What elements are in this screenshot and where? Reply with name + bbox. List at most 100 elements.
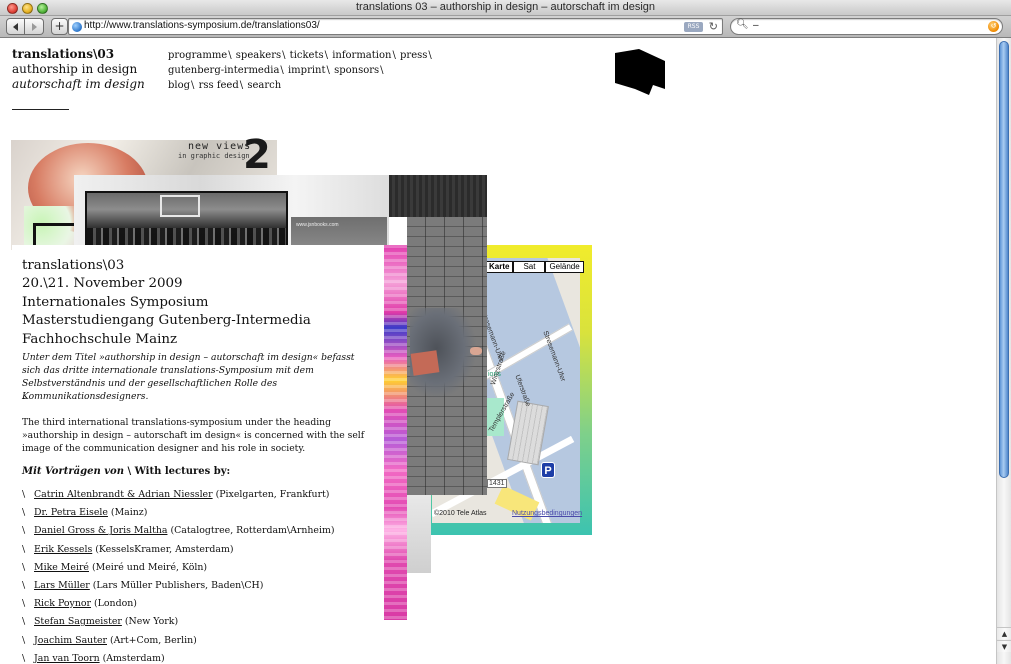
nav-speakers[interactable]: speakers [236,50,281,61]
nav-programme[interactable]: programme [168,50,227,61]
scroll-up-arrow-icon[interactable]: ▲ [997,627,1011,639]
map-type-terrain-button[interactable]: Gelände [545,261,584,273]
lectures-heading: Mit Vorträgen von \ With lectures by: [22,466,230,477]
separator-dash: – [22,393,27,404]
forward-button[interactable] [25,18,44,35]
speaker-detail: (Amsterdam) [102,652,165,664]
intro-english: The third international translations-sym… [22,417,365,454]
nav-row-2: gutenberg-intermedia\ imprint\ sponsors\ [168,65,384,76]
nav-blog[interactable]: blog [168,80,190,91]
speaker-item: \ Rick Poynor (London) [22,598,137,610]
speaker-detail: (London) [94,598,137,610]
event-heading: translations\03 20.\21. November 2009 In… [22,257,311,349]
vertical-scrollbar[interactable]: ▲ ▼ [996,38,1011,664]
speaker-item: \ Catrin Altenbrandt & Adrian Niessler (P… [22,489,330,500]
speaker-link[interactable]: Erik Kessels [34,544,92,555]
lectures-heading-en: \ With lectures by: [127,466,231,477]
speaker-link[interactable]: Catrin Altenbrandt & Adrian Niessler [34,489,213,500]
window-title: translations 03 – authorship in design –… [355,1,655,13]
speaker-detail: (Art+Com, Berlin) [109,634,197,646]
search-icon[interactable]: 🔍︎ [736,19,749,30]
parking-marker-icon[interactable]: P [541,462,555,478]
collage-grey-block [407,495,431,573]
site-title-main[interactable]: translations\03 [12,47,145,62]
collage-big-number: 2 [243,132,271,178]
speaker-link[interactable]: Joachim Sauter [34,635,107,646]
speaker-item: \ Lars Müller (Lars Müller Publishers, Ba… [22,579,264,591]
nav-information[interactable]: information [332,50,391,61]
url-text[interactable]: http://www.translations-symposium.de/tra… [84,20,320,31]
reload-icon[interactable]: ↻ [709,20,718,33]
scroll-down-arrow-icon[interactable]: ▼ [997,640,1011,652]
nav-row-3: blog\ rss feed\ search [168,80,282,91]
search-input-value[interactable]: – [753,20,759,31]
nav-rss-feed[interactable]: rss feed [199,80,239,91]
speaker-detail: (Pixelgarten, Frankfurt) [215,489,330,500]
nav-sponsors[interactable]: sponsors [334,65,379,76]
speaker-detail: (Lars Müller Publishers, Baden\CH) [92,579,264,591]
web-page: translations\03 authorship in design aut… [0,38,996,664]
speaker-link[interactable]: Mike Meiré [34,562,89,573]
add-bookmark-button[interactable]: + [51,18,68,35]
speaker-item: \ Erik Kessels (KesselsKramer, Amsterdam) [22,543,234,555]
event-heading-line: Masterstudiengang Gutenberg-Intermedia [22,313,311,329]
nav-buttons [6,18,44,35]
main-content: translations\03 20.\21. November 2009 In… [12,245,384,664]
nav-tickets[interactable]: tickets [290,50,324,61]
map-type-controls: Karte Sat Gelände [485,261,584,273]
address-bar[interactable]: http://www.translations-symposium.de/tra… [68,18,723,35]
scrollbar-thumb[interactable] [999,41,1009,478]
event-heading-line: 20.\21. November 2009 [22,276,183,292]
speaker-link[interactable]: Jan van Toorn [34,653,100,664]
forward-arrow-icon [32,23,37,31]
speaker-item: \ Stefan Sagmeister (New York) [22,616,179,628]
collage-website-thumb-text: www.jsnbooks.com [296,222,339,228]
site-title-en[interactable]: authorship in design [12,62,145,77]
speaker-link[interactable]: Stefan Sagmeister [34,616,122,627]
speaker-item: \ Daniel Gross & Joris Maltha (Catalogtre… [22,525,335,537]
site-title-de[interactable]: autorschaft im design [12,77,145,92]
event-heading-line: Fachhochschule Mainz [22,331,178,347]
speaker-item: \ Joachim Sauter (Art+Com, Berlin) [22,634,197,646]
collage-hand [470,347,482,355]
globe-icon [72,22,82,32]
map-terms-link[interactable]: Nutzungsbedingungen [512,510,582,517]
site-title[interactable]: translations\03 authorship in design aut… [12,47,145,92]
map-type-map-button[interactable]: Karte [485,261,514,273]
nav-imprint[interactable]: imprint [288,65,326,76]
lectures-heading-de: Mit Vorträgen von [22,466,124,477]
map-type-satellite-button[interactable]: Sat [513,261,546,273]
nav-press[interactable]: press [400,50,427,61]
speaker-detail: (KesselsKramer, Amsterdam) [95,543,234,555]
back-arrow-icon [12,23,18,31]
speaker-detail: (Meiré und Meiré, Köln) [91,561,208,573]
nav-gutenberg-intermedia[interactable]: gutenberg-intermedia [168,65,279,76]
speaker-link[interactable]: Dr. Petra Eisele [34,507,108,518]
speaker-link[interactable]: Lars Müller [34,580,90,591]
event-heading-line: translations\03 [22,258,125,273]
search-field[interactable]: 🔍︎ – ↺ [730,18,1003,35]
speaker-list: \ Catrin Altenbrandt & Adrian Niessler (P… [22,489,335,664]
back-button[interactable] [6,18,25,35]
speaker-link[interactable]: Rick Poynor [34,598,91,609]
map-copyright: ©2010 Tele Atlas [434,510,487,517]
window-titlebar: translations 03 – authorship in design –… [0,0,1011,16]
map-road-number: 1431 [487,479,507,488]
speaker-detail: (Catalogtree, Rotterdam\Arnheim) [170,525,335,537]
speaker-item: \ Dr. Petra Eisele (Mainz) [22,507,148,519]
collage-basketball-hoop [160,195,200,217]
nav-search[interactable]: search [247,80,281,91]
speaker-link[interactable]: Daniel Gross & Joris Maltha [34,525,167,536]
collage-new-views-subtext: in graphic design [178,152,250,160]
nav-row-1: programme\ speakers\ tickets\ informatio… [168,50,432,61]
rss-button[interactable]: RSS [684,22,703,32]
collage-new-views-text: new views [188,141,252,152]
speaker-detail: (New York) [124,616,179,628]
speaker-item: \ Jan van Toorn (Amsterdam) [22,652,165,664]
browser-toolbar: + http://www.translations-symposium.de/t… [0,16,1011,38]
speaker-detail: (Mainz) [110,507,148,519]
map-label: ions [488,371,501,378]
collage-dark-panel [389,175,487,217]
translations-logo-icon[interactable] [613,49,667,95]
snapback-icon[interactable]: ↺ [988,21,999,32]
